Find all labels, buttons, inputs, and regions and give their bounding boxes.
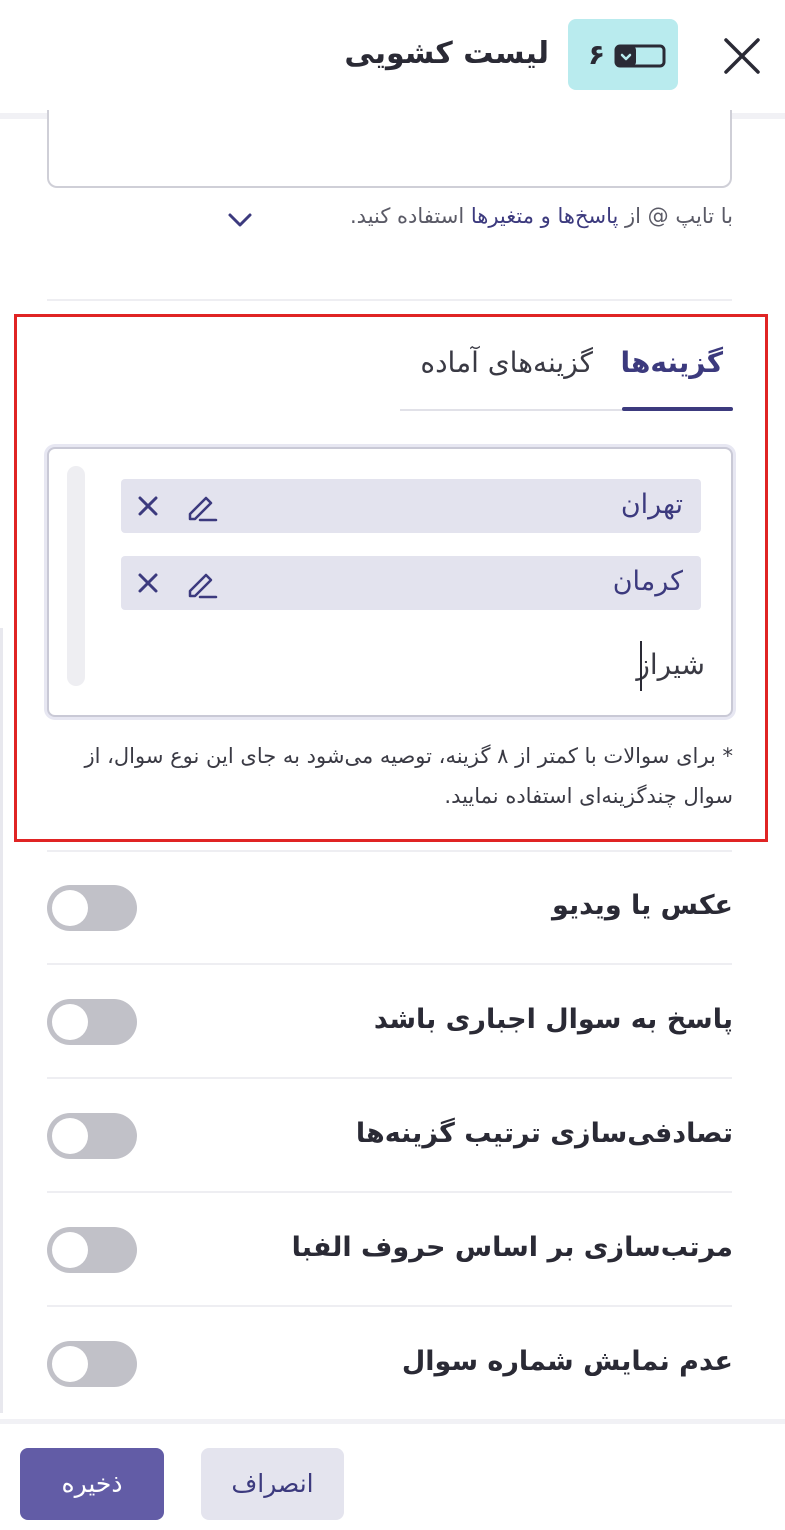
setting-label-media: عکس یا ویدیو	[552, 890, 733, 921]
close-button[interactable]	[720, 34, 764, 78]
option-chip: کرمان	[121, 556, 701, 610]
delete-icon[interactable]	[137, 572, 159, 594]
tab-options[interactable]: گزینه‌ها	[620, 346, 723, 379]
save-button[interactable]: ذخیره	[20, 1448, 164, 1520]
toggle-alphabetical[interactable]	[47, 1227, 137, 1273]
dialog-header: ۶ لیست کشویی	[0, 0, 785, 113]
dropdown-list-icon	[614, 44, 666, 68]
footer-divider	[0, 1419, 785, 1424]
setting-label-randomize: تصادفی‌سازی ترتیب گزینه‌ها	[355, 1118, 733, 1149]
hint-suffix: استفاده کنید.	[350, 204, 471, 228]
question-text-input[interactable]	[47, 110, 732, 188]
tab-preset-options[interactable]: گزینه‌های آماده	[420, 346, 593, 379]
close-icon[interactable]	[720, 34, 764, 78]
toggle-knob	[52, 1118, 88, 1154]
text-cursor	[640, 641, 642, 691]
panel-edge	[0, 628, 3, 1413]
cancel-button[interactable]: انصراف	[201, 1448, 344, 1520]
toggle-knob	[52, 890, 88, 926]
toggle-knob	[52, 1232, 88, 1268]
toggle-required[interactable]	[47, 999, 137, 1045]
delete-icon[interactable]	[137, 495, 159, 517]
question-number: ۶	[588, 38, 606, 71]
toggle-knob	[52, 1004, 88, 1040]
new-option-input[interactable]: شیراز	[636, 648, 705, 681]
chevron-down-icon[interactable]	[227, 211, 253, 229]
toggle-knob	[52, 1346, 88, 1382]
toggle-randomize[interactable]	[47, 1113, 137, 1159]
setting-label-required: پاسخ به سوال اجباری باشد	[373, 1004, 733, 1035]
setting-label-hide-number: عدم نمایش شماره سوال	[401, 1346, 733, 1377]
setting-label-alphabetical: مرتب‌سازی بر اساس حروف الفبا	[291, 1232, 733, 1263]
options-scrollbar[interactable]	[67, 466, 85, 686]
active-tab-indicator	[622, 407, 733, 411]
edit-icon[interactable]	[186, 490, 218, 522]
toggle-media[interactable]	[47, 885, 137, 931]
section-divider	[47, 850, 732, 852]
row-divider	[47, 1191, 732, 1193]
row-divider	[47, 1077, 732, 1079]
dialog-title: لیست کشویی	[344, 36, 549, 71]
option-label: تهران	[620, 489, 683, 520]
variables-link[interactable]: پاسخ‌ها و متغیرها	[471, 204, 618, 228]
option-label: کرمان	[612, 566, 683, 597]
mention-hint: با تایپ @ از پاسخ‌ها و متغیرها استفاده ک…	[350, 204, 733, 228]
toggle-hide-number[interactable]	[47, 1341, 137, 1387]
section-divider	[47, 299, 732, 301]
hint-prefix: با تایپ @ از	[618, 204, 733, 228]
row-divider	[47, 1305, 732, 1307]
row-divider	[47, 963, 732, 965]
options-note: * برای سوالات با کمتر از ۸ گزینه، توصیه …	[84, 744, 734, 808]
edit-icon[interactable]	[186, 567, 218, 599]
option-chip: تهران	[121, 479, 701, 533]
